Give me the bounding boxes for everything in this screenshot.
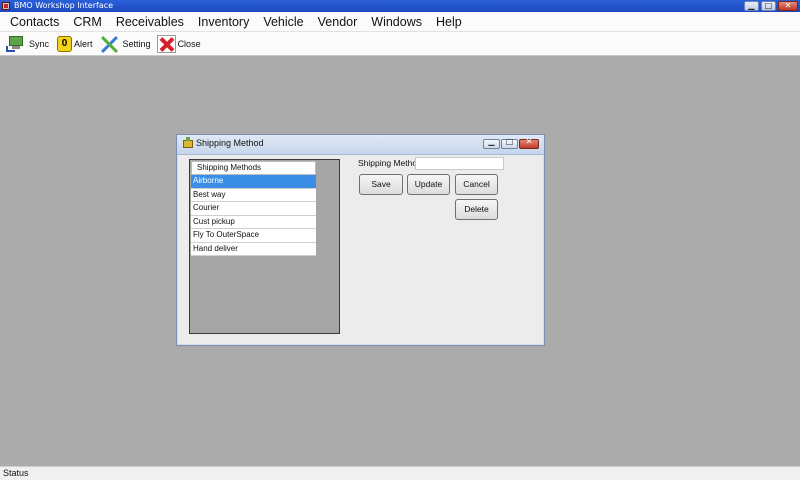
- dialog-close-button[interactable]: ✕: [519, 137, 539, 149]
- sync-button[interactable]: Sync: [6, 35, 49, 53]
- list-item[interactable]: Best way: [191, 188, 316, 202]
- menu-contacts[interactable]: Contacts: [3, 12, 66, 32]
- dialog-maximize-button[interactable]: □: [501, 137, 518, 149]
- alert-icon: 0: [57, 35, 73, 52]
- alert-button[interactable]: 0 Alert: [57, 35, 93, 52]
- list-item[interactable]: Hand deliver: [191, 242, 316, 256]
- list-column-header[interactable]: Shipping Methods: [191, 161, 316, 175]
- menu-crm[interactable]: CRM: [66, 12, 108, 32]
- alert-label: Alert: [74, 38, 93, 49]
- toolbar: Sync 0 Alert Setting Close: [0, 32, 800, 56]
- sync-label: Sync: [29, 38, 50, 49]
- menu-help[interactable]: Help: [429, 12, 469, 32]
- menu-receivables[interactable]: Receivables: [109, 12, 191, 32]
- close-button[interactable]: Close: [156, 34, 201, 53]
- list-item[interactable]: Cust pickup: [191, 215, 316, 229]
- sync-icon: [6, 35, 27, 53]
- shipping-method-input[interactable]: [415, 157, 504, 170]
- window-maximize-button[interactable]: □: [761, 1, 776, 11]
- menu-vendor[interactable]: Vendor: [311, 12, 365, 32]
- menu-inventory[interactable]: Inventory: [191, 12, 256, 32]
- menu-bar: Contacts CRM Receivables Inventory Vehic…: [0, 12, 800, 32]
- setting-label: Setting: [122, 38, 151, 49]
- setting-button[interactable]: Setting: [99, 34, 151, 54]
- menu-vehicle[interactable]: Vehicle: [256, 12, 310, 32]
- save-button[interactable]: Save: [359, 174, 403, 195]
- close-icon: [156, 34, 176, 53]
- dialog-window-controls: ▁ □ ✕: [483, 137, 539, 149]
- window-close-button[interactable]: ✕: [778, 1, 798, 11]
- app-icon: [2, 2, 10, 10]
- cancel-button[interactable]: Cancel: [455, 174, 498, 195]
- delete-button[interactable]: Delete: [455, 199, 498, 220]
- dialog-app-icon: [183, 137, 193, 148]
- update-button[interactable]: Update: [407, 174, 450, 195]
- app-title: BMO Workshop Interface: [14, 1, 114, 10]
- shipping-method-label: Shipping Method: [358, 158, 422, 168]
- dialog-title: Shipping Method: [196, 138, 264, 148]
- app-title-bar: BMO Workshop Interface ▁ □ ✕: [0, 0, 800, 12]
- list-rows: Airborne Best way Courier Cust pickup Fl…: [191, 175, 316, 256]
- list-item[interactable]: Courier: [191, 202, 316, 216]
- list-item[interactable]: Fly To OuterSpace: [191, 229, 316, 243]
- dialog-title-bar[interactable]: Shipping Method ▁ □ ✕: [177, 135, 544, 155]
- status-bar: Status: [0, 466, 800, 480]
- shipping-method-dialog: Shipping Method ▁ □ ✕ Shipping Methods A…: [176, 134, 545, 346]
- close-label: Close: [177, 38, 201, 49]
- window-controls: ▁ □ ✕: [744, 1, 798, 11]
- menu-windows[interactable]: Windows: [364, 12, 429, 32]
- window-minimize-button[interactable]: ▁: [744, 1, 759, 11]
- list-item[interactable]: Airborne: [191, 175, 316, 189]
- setting-icon: [99, 34, 121, 54]
- shipping-methods-list[interactable]: Shipping Methods Airborne Best way Couri…: [189, 159, 340, 334]
- dialog-minimize-button[interactable]: ▁: [483, 137, 500, 149]
